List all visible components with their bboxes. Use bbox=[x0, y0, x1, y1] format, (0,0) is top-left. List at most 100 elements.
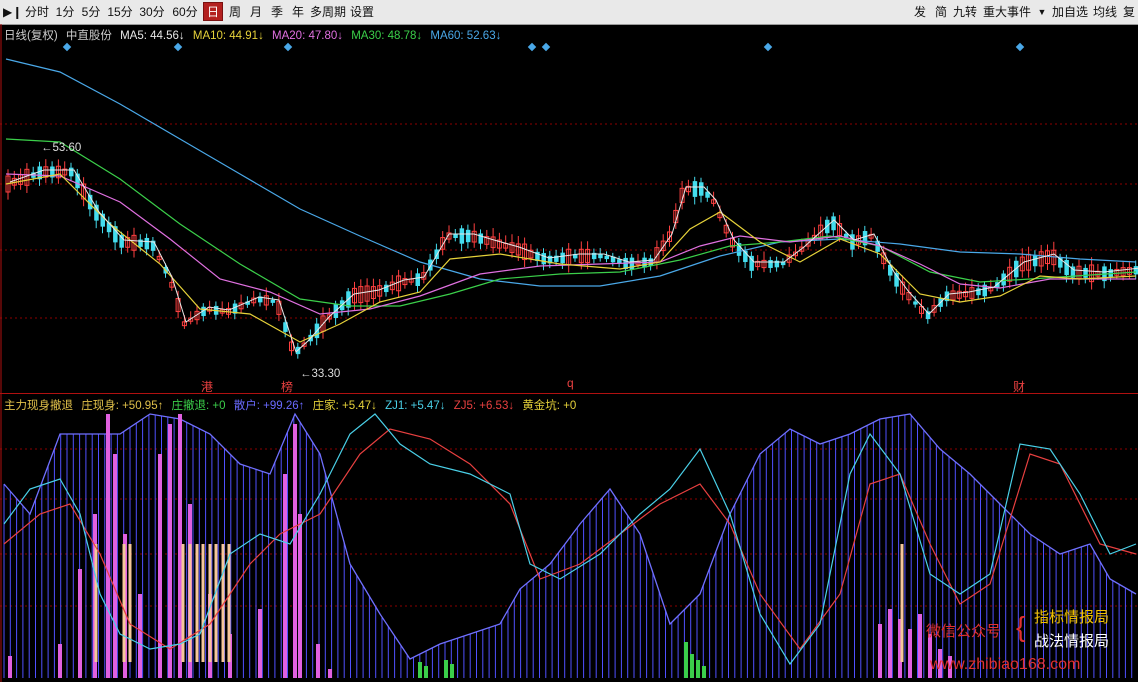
zhuang-retreat-bar bbox=[444, 660, 448, 678]
tab-month[interactable]: 月 bbox=[246, 2, 266, 21]
zhuang-show-bar bbox=[918, 614, 922, 678]
candle-body bbox=[768, 260, 773, 268]
candle-body bbox=[1133, 266, 1138, 275]
watermark-line1: 指标情报局 bbox=[1034, 609, 1110, 626]
diamond-marker bbox=[62, 42, 72, 52]
candle-body bbox=[541, 253, 546, 265]
low-price-value: 33.30 bbox=[311, 368, 341, 380]
tab-multi-period[interactable]: 多周期 bbox=[309, 2, 347, 21]
watermark-brace: { bbox=[1016, 611, 1026, 642]
candle-body bbox=[270, 299, 276, 303]
simple-button[interactable]: 简 bbox=[931, 2, 951, 21]
watermark-url: www.zhibiao168.com bbox=[930, 656, 1081, 673]
diamond-marker bbox=[173, 42, 183, 52]
tab-15min[interactable]: 15分 bbox=[105, 2, 135, 21]
candle-body bbox=[699, 182, 704, 196]
add-watchlist-button[interactable]: 加自选 bbox=[1050, 2, 1090, 21]
golden-pit-bar bbox=[900, 544, 904, 662]
candle-body bbox=[604, 255, 609, 260]
diamond-marker bbox=[1015, 42, 1025, 52]
zhuang-show-bar bbox=[283, 474, 287, 678]
golden-pit-bar bbox=[181, 544, 185, 662]
candle-body bbox=[560, 252, 565, 264]
zhuang-show-bar bbox=[908, 629, 912, 678]
tab-30min[interactable]: 30分 bbox=[137, 2, 167, 21]
tab-day[interactable]: 日 bbox=[203, 2, 223, 21]
nine-turn-button[interactable]: 九转 bbox=[952, 2, 978, 21]
ma-lines-button[interactable]: 均线 bbox=[1091, 2, 1119, 21]
major-events-button[interactable]: 重大事件 bbox=[980, 2, 1034, 21]
low-price-label: ←33.30 bbox=[300, 368, 341, 380]
watermark-wechat: 微信公众号 bbox=[926, 623, 1002, 640]
diamond-marker bbox=[527, 42, 537, 52]
candle-body bbox=[692, 181, 698, 197]
publish-button[interactable]: 发 bbox=[910, 2, 930, 21]
diamond-marker bbox=[763, 42, 773, 52]
zhuang-show-bar bbox=[8, 656, 12, 678]
candle-body bbox=[478, 233, 483, 244]
toggle-panel-icon[interactable]: ▶❙ bbox=[2, 2, 22, 21]
zhuang-show-bar bbox=[138, 594, 142, 678]
kline-chart[interactable] bbox=[0, 24, 1138, 394]
candle-body bbox=[459, 228, 465, 244]
tab-fenshi[interactable]: 分时 bbox=[23, 2, 51, 21]
tab-1min[interactable]: 1分 bbox=[53, 2, 77, 21]
zhuang-retreat-bar bbox=[702, 666, 706, 678]
chevron-down-icon[interactable]: ▼ bbox=[1036, 2, 1048, 21]
golden-pit-bar bbox=[201, 544, 205, 662]
golden-pit-bar bbox=[188, 544, 192, 662]
period-toolbar: ▶❙ 分时 1分 5分 15分 30分 60分 日 周 月 季 年 多周期 设置… bbox=[0, 0, 1138, 25]
zhuang-show-bar bbox=[78, 569, 82, 678]
candle-body bbox=[69, 167, 74, 177]
candle-body bbox=[831, 216, 836, 231]
zhuang-show-bar bbox=[58, 644, 62, 678]
zhuang-show-bar bbox=[328, 669, 332, 678]
zhuang-show-bar bbox=[888, 609, 892, 678]
tab-week[interactable]: 周 bbox=[225, 2, 245, 21]
zhuang-show-bar bbox=[316, 644, 320, 678]
kline-panel[interactable]: 日线(复权) 中直股份 MA5: 44.56↓ MA10: 44.91↓ MA2… bbox=[0, 24, 1138, 394]
candle-body bbox=[913, 301, 918, 305]
tab-5min[interactable]: 5分 bbox=[78, 2, 104, 21]
zhuang-retreat-bar bbox=[684, 642, 688, 678]
zhuang-retreat-bar bbox=[424, 666, 428, 678]
zhuang-show-bar bbox=[113, 454, 117, 678]
zhuang-show-bar bbox=[168, 424, 172, 678]
diamond-marker bbox=[541, 42, 551, 52]
settings-button[interactable]: 设置 bbox=[348, 2, 376, 21]
zhuang-retreat-bar bbox=[450, 664, 454, 678]
golden-pit-bar bbox=[122, 544, 126, 662]
zhuang-retreat-bar bbox=[690, 654, 694, 678]
tab-quarter[interactable]: 季 bbox=[267, 2, 287, 21]
tab-60min[interactable]: 60分 bbox=[169, 2, 201, 21]
diamond-marker bbox=[283, 42, 293, 52]
zhuang-retreat-bar bbox=[418, 662, 422, 678]
ma5-line bbox=[9, 169, 1138, 353]
restore-button[interactable]: 复 bbox=[1120, 2, 1138, 21]
zhuang-show-bar bbox=[878, 624, 882, 678]
watermark-line2: 战法情报局 bbox=[1034, 633, 1110, 650]
zhuang-retreat-bar bbox=[696, 660, 700, 678]
golden-pit-bar bbox=[94, 544, 98, 662]
candle-body bbox=[144, 237, 150, 250]
golden-pit-bar bbox=[214, 544, 218, 662]
zhuang-show-bar bbox=[158, 454, 162, 678]
candle-body bbox=[453, 233, 458, 239]
candle-body bbox=[1064, 259, 1069, 276]
event-marker-q[interactable]: q bbox=[567, 376, 574, 390]
tab-year[interactable]: 年 bbox=[288, 2, 308, 21]
candle-body bbox=[1032, 254, 1038, 267]
golden-pit-bar bbox=[195, 544, 199, 662]
candle-body bbox=[384, 284, 389, 293]
ma20-line bbox=[5, 173, 1136, 315]
candle-body bbox=[1083, 267, 1088, 278]
candle-body bbox=[415, 273, 420, 287]
golden-pit-bar bbox=[128, 544, 132, 662]
zhuang-show-bar bbox=[293, 424, 297, 678]
zhuang-show-bar bbox=[178, 414, 182, 678]
high-price-label: ←53.60 bbox=[41, 142, 82, 154]
zhuang-show-bar bbox=[298, 514, 302, 678]
zhuang-show-bar bbox=[258, 609, 262, 678]
indicator-panel[interactable]: 主力现身撤退 庄现身: +50.95↑ 庄撤退: +0 散户: +99.26↑ … bbox=[0, 394, 1138, 682]
high-price-value: 53.60 bbox=[52, 142, 82, 154]
